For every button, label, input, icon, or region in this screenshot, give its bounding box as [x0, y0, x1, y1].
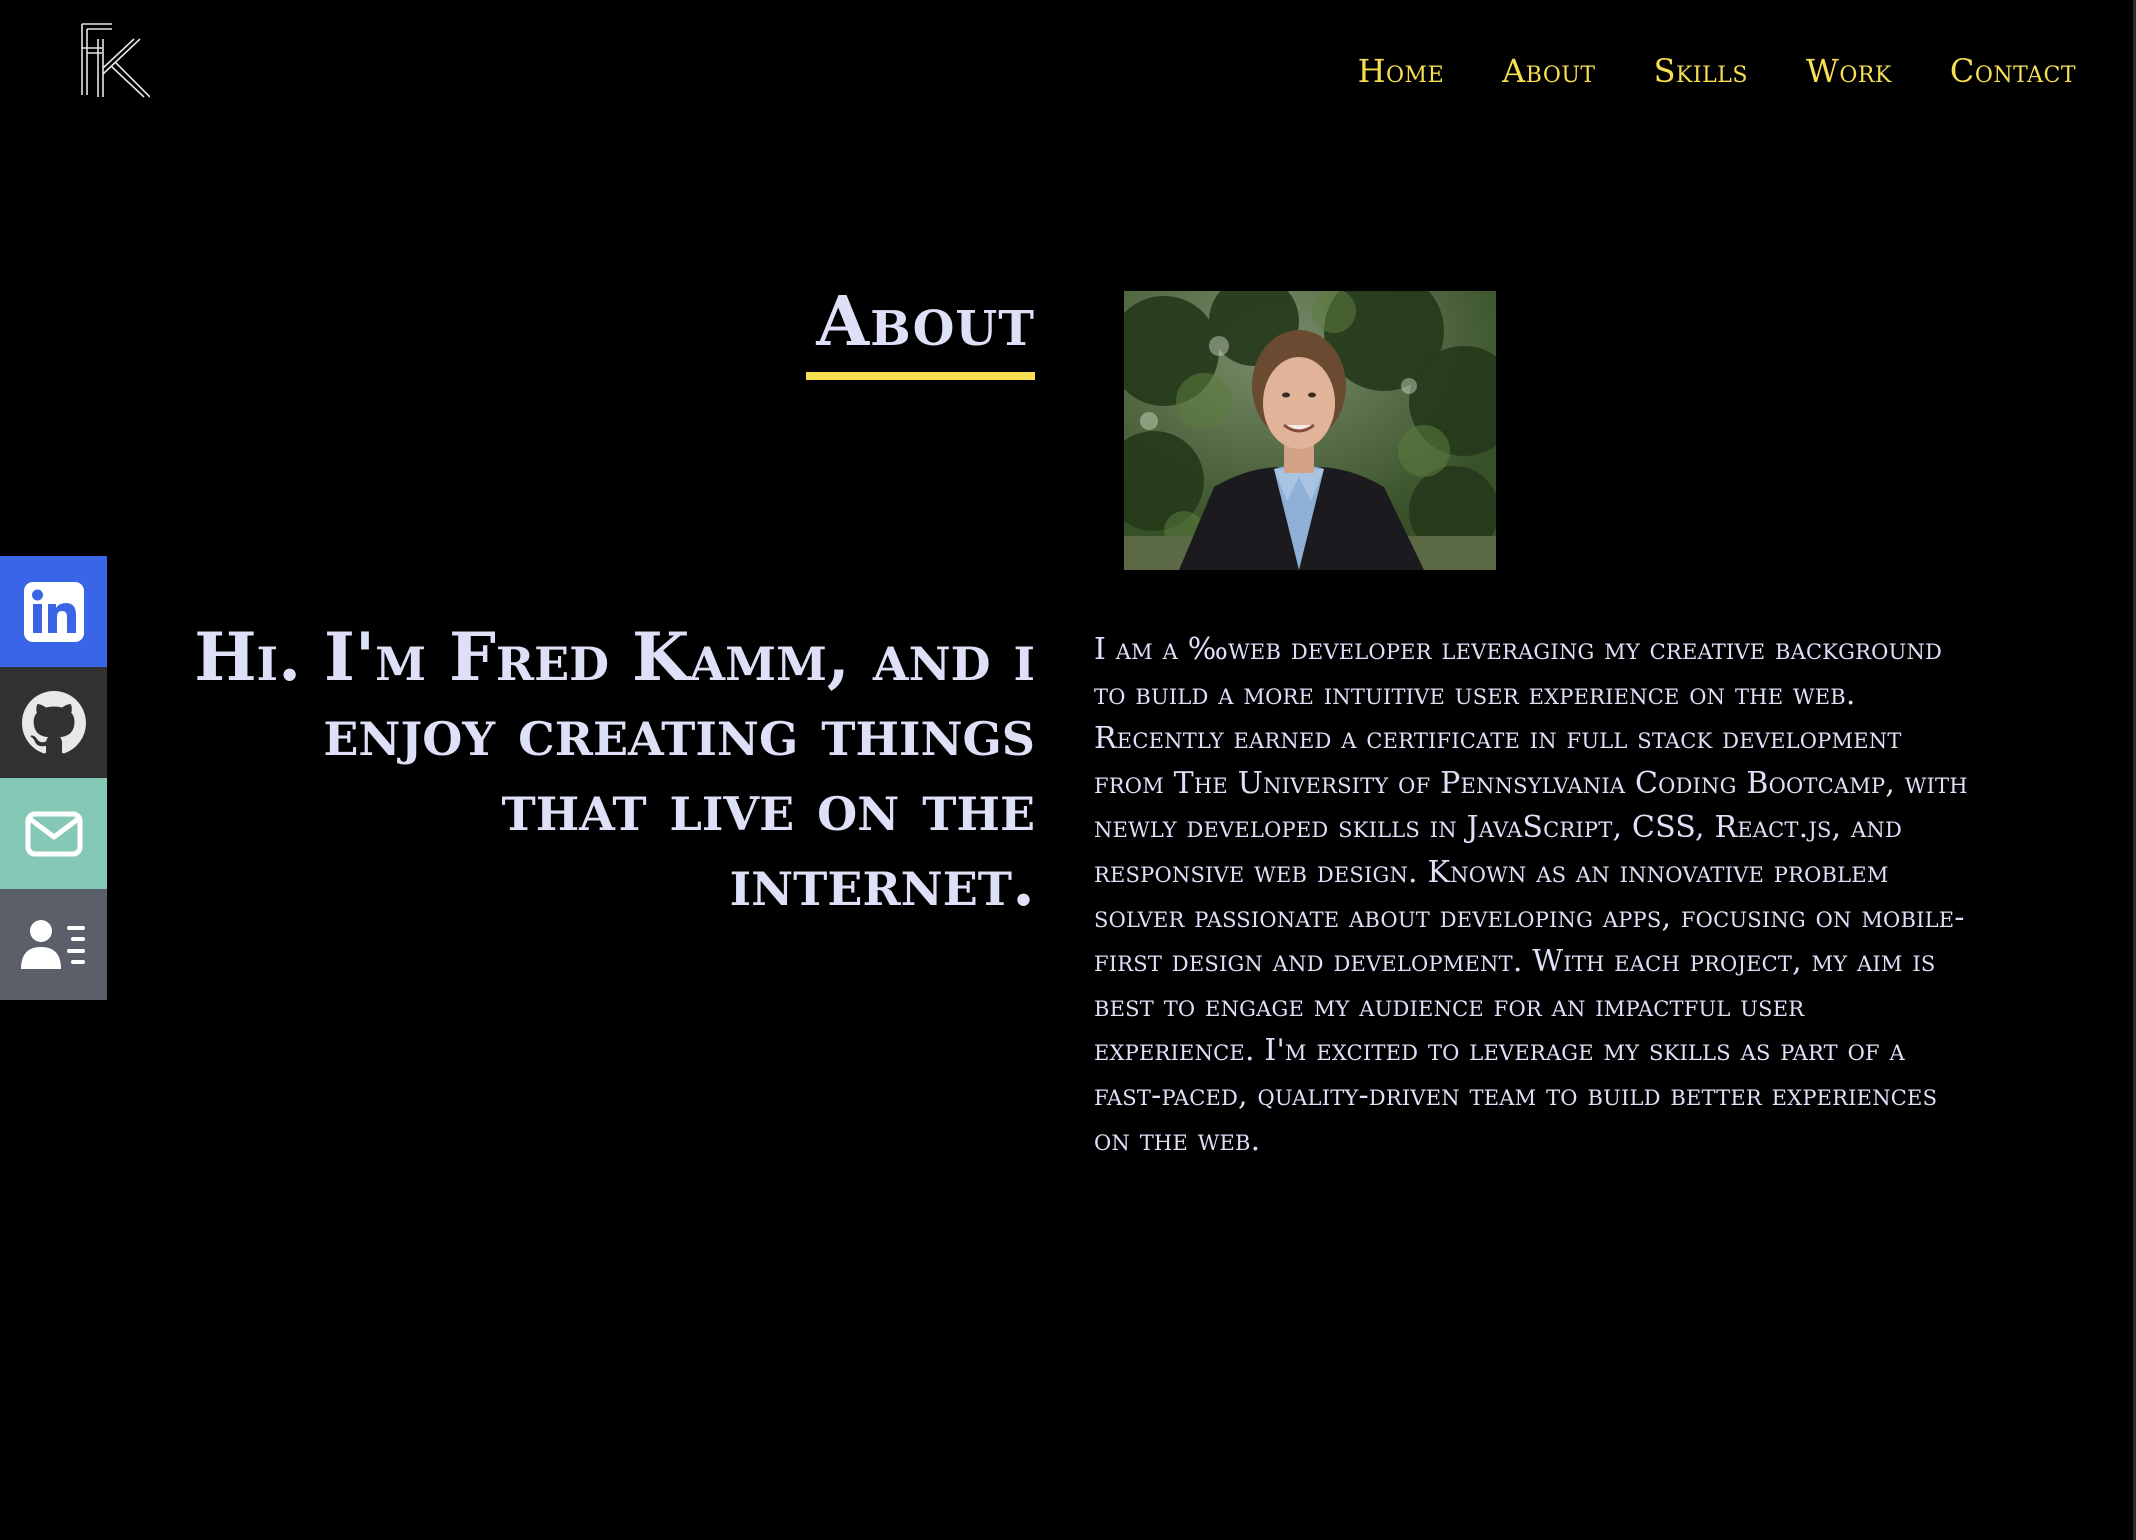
nav-home[interactable]: Home	[1358, 52, 1445, 90]
fk-monogram-icon	[81, 23, 151, 98]
main-nav: Home About Skills Work Contact	[1358, 52, 2076, 90]
social-sidebar	[0, 556, 107, 1000]
github-icon	[21, 690, 86, 753]
nav-skills[interactable]: Skills	[1654, 52, 1748, 90]
nav-work[interactable]: Work	[1806, 52, 1892, 90]
github-link[interactable]	[0, 667, 107, 778]
nav-contact[interactable]: Contact	[1950, 52, 2076, 90]
email-link[interactable]	[0, 778, 107, 889]
linkedin-icon	[23, 581, 84, 642]
linkedin-link[interactable]	[0, 556, 107, 667]
mail-icon	[25, 811, 82, 856]
profile-photo	[1124, 291, 1496, 570]
section-title: About	[816, 282, 1035, 362]
intro-statement: Hi. I'm Fred Kamm, and i enjoy creating …	[194, 618, 1035, 921]
bio-paragraph: I am a ‰web developer leveraging my crea…	[1094, 632, 1968, 1158]
nav-about[interactable]: About	[1502, 52, 1595, 90]
contact-card-icon	[20, 919, 85, 969]
resume-link[interactable]	[0, 889, 107, 1000]
section-title-underline	[806, 372, 1035, 380]
logo[interactable]	[78, 22, 151, 100]
